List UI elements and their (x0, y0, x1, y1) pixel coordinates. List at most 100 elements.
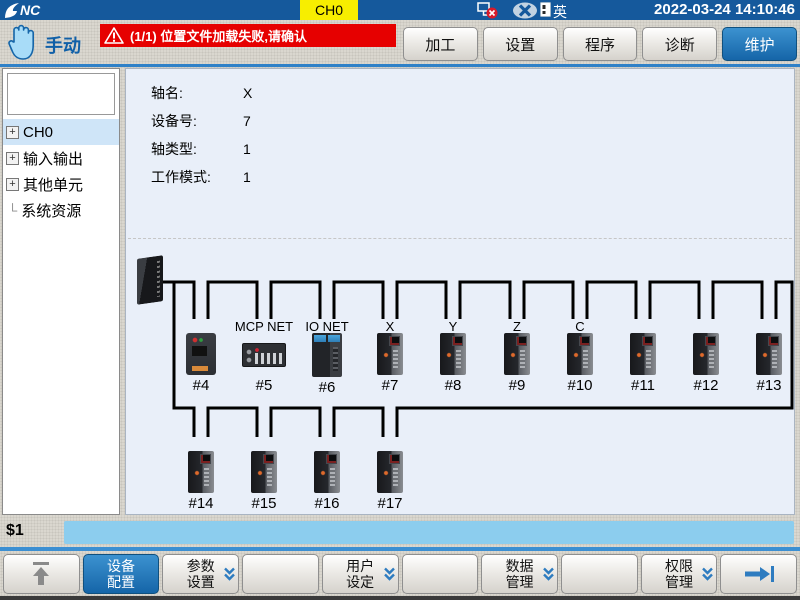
brand-logo: NC (4, 1, 40, 19)
softkey-label: 权限 管理 (665, 558, 693, 590)
servo-drive-icon (630, 333, 656, 375)
device-slot-17[interactable]: #17 (360, 437, 420, 512)
bottom-edge-strip (0, 596, 800, 600)
device-bus-label (360, 437, 420, 451)
device-slot-8[interactable]: Y #8 (423, 319, 483, 394)
toolbar-divider (0, 64, 800, 67)
language-indicator[interactable]: 英 (553, 2, 567, 22)
tree-item-label: 系统资源 (21, 200, 81, 221)
device-number: #8 (423, 377, 483, 394)
device-slot-7[interactable]: X #7 (360, 319, 420, 394)
device-bus-label: Z (487, 319, 547, 333)
device-bus-label (171, 437, 231, 451)
alarm-message-bar[interactable]: (1/1) 位置文件加载失败,请确认 (100, 24, 396, 47)
device-bus-label: X (360, 319, 420, 333)
device-config-panel: 轴名: X 设备号: 7 轴类型: 1 工作模式: 1 #4 MCP NET #… (125, 68, 795, 515)
softkey-return-up[interactable] (3, 554, 80, 594)
softkey-blank[interactable] (402, 554, 479, 594)
servo-drive-icon (188, 451, 214, 493)
device-bus-label (676, 319, 736, 333)
servo-drive-icon (440, 333, 466, 375)
device-slot-4[interactable]: #4 (171, 319, 231, 394)
nc-controller-icon[interactable] (137, 255, 163, 305)
main-nav-tabs: 加工 设置 程序 诊断 维护 (403, 27, 797, 61)
tab-maintenance[interactable]: 维护 (722, 27, 797, 61)
expand-plus-icon[interactable]: + (6, 126, 19, 139)
device-slot-11[interactable]: #11 (613, 319, 673, 394)
softkey-user-setting[interactable]: 用户 设定 (322, 554, 399, 594)
device-bus-label: IO NET (297, 319, 357, 333)
manual-mode-hand-icon (6, 22, 42, 62)
device-bus-label (171, 319, 231, 333)
device-number: #16 (297, 495, 357, 512)
device-bus-label: MCP NET (234, 319, 294, 333)
tab-diagnosis[interactable]: 诊断 (642, 27, 717, 61)
softkey-permission-management[interactable]: 权限 管理 (641, 554, 718, 594)
device-slot-10[interactable]: C #10 (550, 319, 610, 394)
softkey-label: 参数 设置 (187, 558, 215, 590)
tree-item-other-units[interactable]: + 其他单元 (3, 171, 119, 197)
device-number: #10 (550, 377, 610, 394)
tab-machining[interactable]: 加工 (403, 27, 478, 61)
statusbar-divider (0, 547, 800, 551)
device-slot-12[interactable]: #12 (676, 319, 736, 394)
servo-drive-icon (251, 451, 277, 493)
softkey-bar: 设备 配置 参数 设置 用户 设定 数据 管理 权限 管理 (0, 552, 800, 596)
tree-item-system-resources[interactable]: └ 系统资源 (3, 197, 119, 223)
servo-drive-icon (504, 333, 530, 375)
tab-program[interactable]: 程序 (563, 27, 638, 61)
softkey-blank[interactable] (561, 554, 638, 594)
softkey-blank[interactable] (242, 554, 319, 594)
channel-indicator: $1 (6, 522, 24, 540)
device-slot-5[interactable]: MCP NET #5 (234, 319, 294, 394)
brand-text: NC (20, 2, 40, 18)
device-number: #14 (171, 495, 231, 512)
device-number: #9 (487, 377, 547, 394)
device-slot-13[interactable]: #13 (739, 319, 799, 394)
channel-tab[interactable]: CH0 (300, 0, 358, 20)
device-number: #6 (297, 379, 357, 396)
device-number: #4 (171, 377, 231, 394)
mdi-input-bar[interactable] (64, 521, 794, 544)
softkey-device-config[interactable]: 设备 配置 (83, 554, 160, 594)
mcp-panel-icon (242, 343, 286, 367)
tree-item-ch0[interactable]: + CH0 (3, 119, 119, 145)
tree-item-label: 其他单元 (23, 174, 83, 195)
expand-plus-icon[interactable]: + (6, 178, 19, 191)
softkey-data-management[interactable]: 数据 管理 (481, 554, 558, 594)
softkey-next-page[interactable] (720, 554, 797, 594)
sidebar-header-box (7, 73, 115, 115)
tree-item-label: CH0 (23, 124, 53, 141)
device-slot-6[interactable]: IO NET #6 (297, 319, 357, 396)
inverter-drive-icon (186, 333, 216, 375)
device-bus-label (613, 319, 673, 333)
up-arrow-icon (28, 561, 54, 587)
softkey-parameter-settings[interactable]: 参数 设置 (162, 554, 239, 594)
tab-settings[interactable]: 设置 (483, 27, 558, 61)
device-number: #7 (360, 377, 420, 394)
tree-item-io[interactable]: + 输入输出 (3, 145, 119, 171)
servo-drive-icon (377, 451, 403, 493)
device-bus-label (739, 319, 799, 333)
tree-item-label: 输入输出 (23, 148, 83, 169)
device-number: #13 (739, 377, 799, 394)
io-unit-icon (312, 333, 342, 377)
double-chevron-down-icon (383, 567, 396, 582)
servo-drive-icon (314, 451, 340, 493)
device-slot-16[interactable]: #16 (297, 437, 357, 512)
device-slot-14[interactable]: #14 (171, 437, 231, 512)
next-page-arrow-icon (743, 565, 775, 583)
device-number: #15 (234, 495, 294, 512)
device-number: #11 (613, 377, 673, 394)
tree-elbow-icon: └ (6, 203, 17, 218)
device-slot-9[interactable]: Z #9 (487, 319, 547, 394)
manual-book-icon (540, 2, 551, 17)
warning-triangle-icon (104, 27, 124, 45)
double-chevron-down-icon (701, 567, 714, 582)
servo-drive-icon (756, 333, 782, 375)
device-slot-15[interactable]: #15 (234, 437, 294, 512)
expand-plus-icon[interactable]: + (6, 152, 19, 165)
device-bus-label: Y (423, 319, 483, 333)
operation-mode-label: 手动 (45, 32, 81, 58)
datetime-display: 2022-03-24 14:10:46 (654, 1, 795, 18)
